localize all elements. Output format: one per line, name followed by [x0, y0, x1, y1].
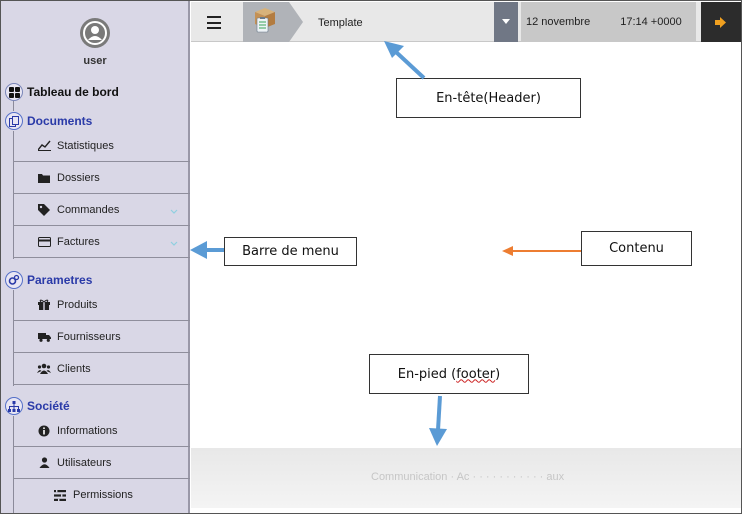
arrow-to-header	[394, 50, 426, 80]
arrow-head	[190, 241, 207, 259]
annotation-arrows	[190, 41, 581, 446]
arrow-to-footer	[436, 395, 442, 431]
arrow-head	[429, 428, 447, 446]
arrow-head	[502, 246, 513, 256]
